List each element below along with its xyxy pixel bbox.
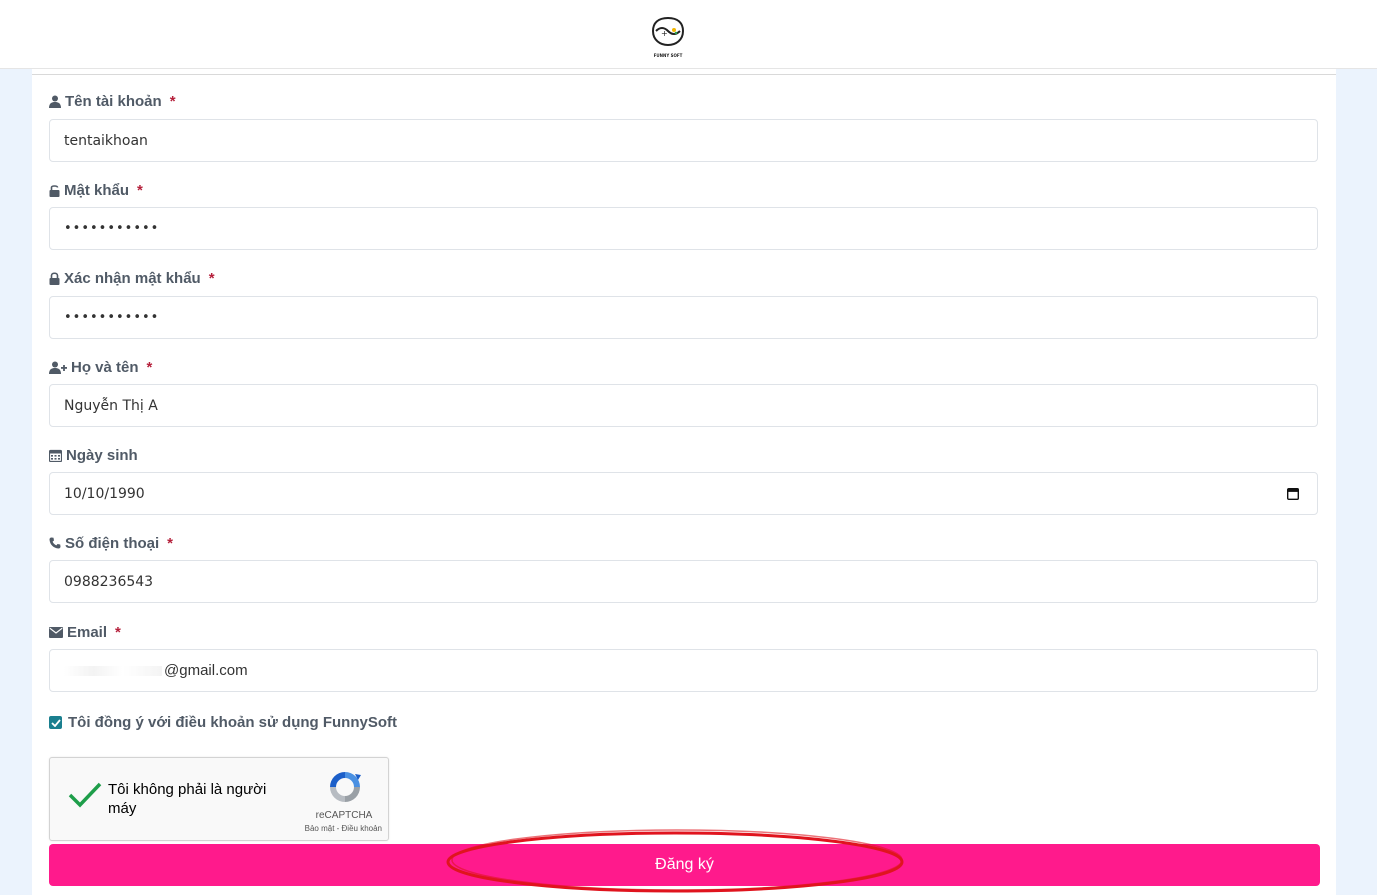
password-input[interactable]: ••••••••••• <box>49 207 1318 250</box>
confirm-password-value: ••••••••••• <box>64 310 160 325</box>
recaptcha-text: Tôi không phải là người máy <box>108 781 267 817</box>
email-redacted <box>64 665 162 676</box>
check-icon <box>50 718 61 727</box>
phone-input[interactable]: 0988236543 <box>49 560 1318 603</box>
date-picker-icon[interactable] <box>1287 487 1299 500</box>
birthday-value: 10/10/1990 <box>64 485 145 502</box>
confirm-password-input[interactable]: ••••••••••• <box>49 296 1318 339</box>
username-label: Tên tài khoản * <box>49 91 176 111</box>
email-input[interactable]: @gmail.com <box>49 649 1318 692</box>
phone-value: 0988236543 <box>64 573 154 590</box>
email-label: Email * <box>49 622 121 642</box>
recaptcha-logo-icon <box>330 772 361 802</box>
phone-label-text: Số điện thoại <box>65 534 160 552</box>
required-mark: * <box>146 358 153 376</box>
birthday-label-text: Ngày sinh <box>66 446 138 464</box>
password-value: ••••••••••• <box>64 221 160 236</box>
username-label-text: Tên tài khoản <box>65 92 162 110</box>
svg-text:+: + <box>661 29 668 38</box>
terms-label: Tôi đồng ý với điều khoản sử dụng FunnyS… <box>68 714 398 731</box>
full-name-label-text: Họ và tên <box>71 358 139 376</box>
required-mark: * <box>208 269 215 287</box>
full-name-value: Nguyễn Thị A <box>64 397 158 414</box>
recaptcha-check-icon <box>68 782 102 808</box>
register-button[interactable]: Đăng ký <box>49 844 1320 886</box>
user-plus-icon <box>49 361 67 374</box>
top-header: + FUNNY SOFT <box>0 0 1377 69</box>
password-label-text: Mật khẩu <box>64 181 130 199</box>
envelope-icon <box>49 626 63 638</box>
calendar-icon <box>49 449 62 462</box>
funnysoft-logo[interactable]: + FUNNY SOFT <box>648 13 688 61</box>
terms-checkbox[interactable] <box>49 716 62 729</box>
unlock-icon <box>49 184 60 197</box>
logo-text: FUNNY SOFT <box>654 53 683 58</box>
full-name-label: Họ và tên * <box>49 357 152 377</box>
recaptcha-widget[interactable]: Tôi không phải là người máy reCAPTCHA Bả… <box>49 757 389 841</box>
email-label-text: Email <box>67 623 108 641</box>
username-value: tentaikhoan <box>64 132 148 149</box>
password-label: Mật khẩu * <box>49 180 143 200</box>
required-mark: * <box>167 534 174 552</box>
required-mark: * <box>115 623 121 641</box>
username-input[interactable]: tentaikhoan <box>49 119 1318 162</box>
divider <box>32 74 1336 75</box>
email-value: @gmail.com <box>164 662 248 679</box>
required-mark: * <box>137 181 143 199</box>
required-mark: * <box>169 92 176 110</box>
recaptcha-terms-link[interactable]: Bảo mật - Điều khoản <box>282 824 382 833</box>
birthday-label: Ngày sinh <box>49 445 138 465</box>
full-name-input[interactable]: Nguyễn Thị A <box>49 384 1318 427</box>
recaptcha-brand: reCAPTCHA <box>315 810 373 821</box>
register-form: Tên tài khoản * tentaikhoan Mật khẩu * •••… <box>32 69 1336 895</box>
confirm-password-label: Xác nhận mật khẩu * <box>49 268 215 288</box>
user-icon <box>49 95 61 108</box>
phone-label: Số điện thoại * <box>49 533 173 553</box>
terms-agreement: Tôi đồng ý với điều khoản sử dụng FunnyS… <box>49 714 397 731</box>
lock-icon <box>49 271 60 285</box>
birthday-date-input[interactable]: 10/10/1990 <box>49 472 1318 515</box>
phone-icon <box>49 537 61 549</box>
confirm-password-label-text: Xác nhận mật khẩu <box>64 269 201 287</box>
